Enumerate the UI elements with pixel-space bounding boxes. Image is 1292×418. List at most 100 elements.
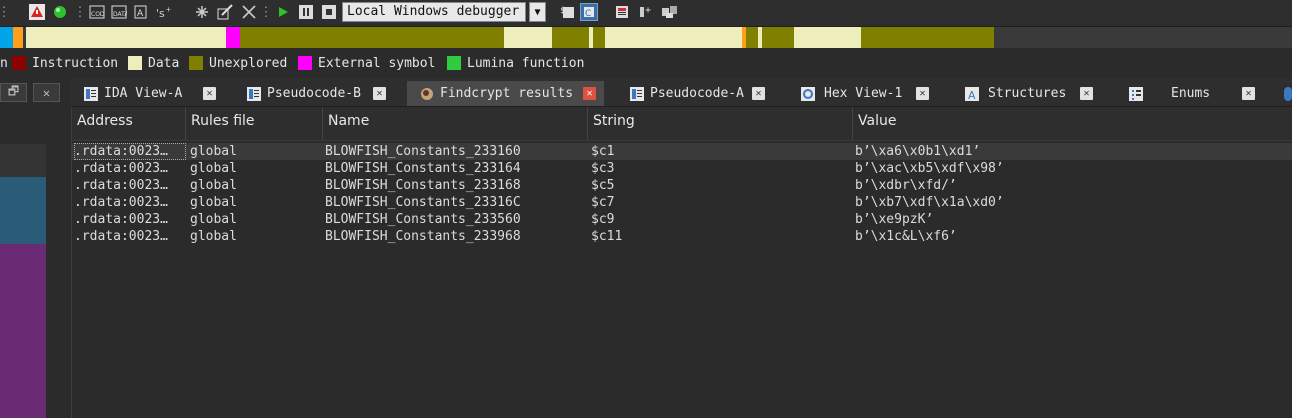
legend-item-unexplored: Unexplored (189, 55, 287, 71)
column-header-address[interactable]: Address (72, 107, 186, 140)
nav-segment-unexplored (746, 27, 758, 48)
snowflake-icon[interactable] (193, 3, 211, 21)
svg-text:$: $ (560, 6, 565, 16)
tab-close-icon[interactable]: ✕ (752, 87, 765, 100)
cell-address[interactable]: .rdata:0023… (74, 177, 186, 194)
enums-icon (1128, 86, 1143, 101)
tab-ida-view-a[interactable]: IDA View-A ✕ (83, 81, 223, 106)
pseudocode-icon (629, 86, 644, 101)
navigation-band[interactable] (0, 27, 1292, 48)
patch-icon[interactable] (661, 3, 679, 21)
tab-label: Enums (1171, 86, 1211, 101)
tab-overflow-icon (1284, 86, 1292, 101)
nav-segment-unexplored (861, 27, 994, 48)
svg-text:+: + (645, 5, 651, 16)
green-circle-icon[interactable] (51, 3, 69, 21)
findcrypt-results-table[interactable]: Address Rules file Name String Value .rd… (71, 107, 1292, 418)
cell-name[interactable]: BLOWFISH_Constants_233168 (325, 177, 583, 194)
findcrypt-icon (419, 86, 434, 101)
cell-name[interactable]: BLOWFISH_Constants_233164 (325, 160, 583, 177)
debugger-dropdown-icon[interactable]: ▼ (529, 2, 546, 22)
cell-name[interactable]: BLOWFISH_Constants_233560 (325, 211, 583, 228)
cell-string[interactable]: $c5 (591, 177, 849, 194)
cell-string[interactable]: $c7 (591, 194, 849, 211)
string-icon[interactable]: A (132, 3, 150, 21)
tab-close-icon[interactable]: ✕ (203, 87, 216, 100)
cell-value[interactable]: b’\xa6\x0b1\xd1’ (855, 143, 1285, 160)
sequence-icon[interactable]: 's + (155, 3, 173, 21)
tab-overflow[interactable] (1284, 81, 1292, 106)
close-icon[interactable]: ✕ (33, 83, 60, 102)
cell-value[interactable]: b’\xdbr\xfd/’ (855, 177, 1285, 194)
cell-name[interactable]: BLOWFISH_Constants_23316C (325, 194, 583, 211)
column-header-value[interactable]: Value (853, 107, 1292, 140)
tab-close-icon[interactable]: ✕ (1242, 87, 1255, 100)
tab-close-icon[interactable]: ✕ (373, 87, 386, 100)
nav-segment-data (26, 27, 226, 48)
cell-rules-file[interactable]: global (190, 160, 320, 177)
attach-icon[interactable]: $ (558, 3, 576, 21)
toolbar-grip: ⋮ (0, 4, 11, 20)
play-icon[interactable] (274, 3, 292, 21)
table-row[interactable]: .rdata:0023… global BLOWFISH_Constants_2… (72, 143, 1292, 160)
table-row[interactable]: .rdata:0023… global BLOWFISH_Constants_2… (72, 211, 1292, 228)
legend-swatch (189, 56, 203, 70)
tab-structures[interactable]: A Structures ✕ (964, 81, 1104, 106)
tab-close-icon[interactable]: ✕ (916, 87, 929, 100)
cell-address[interactable]: .rdata:0023… (74, 211, 186, 228)
cell-address[interactable]: .rdata:0023… (74, 194, 186, 211)
cell-rules-file[interactable]: global (190, 211, 320, 228)
pause-icon[interactable] (297, 3, 315, 21)
left-strip-purple (0, 244, 46, 418)
column-header-rules-file[interactable]: Rules file (186, 107, 323, 140)
tab-findcrypt-results[interactable]: Findcrypt results ✕ (407, 81, 604, 106)
tab-pseudocode-b[interactable]: Pseudocode-B ✕ (246, 81, 386, 106)
cell-value[interactable]: b’\xac\xb5\xdf\x98’ (855, 160, 1285, 177)
table-row[interactable]: .rdata:0023… global BLOWFISH_Constants_2… (72, 160, 1292, 177)
cell-name[interactable]: BLOWFISH_Constants_233968 (325, 228, 583, 245)
function-flag-icon[interactable] (613, 3, 631, 21)
warning-icon[interactable] (28, 3, 46, 21)
code-icon[interactable]: CODE (88, 3, 106, 21)
cell-string[interactable]: $c1 (591, 143, 849, 160)
cell-string[interactable]: $c3 (591, 160, 849, 177)
edit-icon[interactable] (216, 3, 234, 21)
run-icon[interactable]: C (580, 3, 598, 21)
tab-close-icon[interactable]: ✕ (583, 87, 596, 100)
cell-rules-file[interactable]: global (190, 143, 320, 160)
column-header-name[interactable]: Name (323, 107, 588, 140)
tab-hex-view-1[interactable]: Hex View-1 ✕ (800, 81, 940, 106)
tab-close-icon[interactable]: ✕ (1080, 87, 1093, 100)
tab-pseudocode-a[interactable]: Pseudocode-A ✕ (629, 81, 769, 106)
tab-enums[interactable]: Enums ✕ (1128, 81, 1268, 106)
data-icon[interactable]: DATA (110, 3, 128, 21)
table-row[interactable]: .rdata:0023… global BLOWFISH_Constants_2… (72, 228, 1292, 245)
cell-address[interactable]: .rdata:0023… (74, 160, 186, 177)
cell-name[interactable]: BLOWFISH_Constants_233160 (325, 143, 583, 160)
cell-string[interactable]: $c9 (591, 211, 849, 228)
legend-item-data: Data (128, 55, 179, 71)
debugger-select[interactable]: Local Windows debugger (342, 2, 526, 22)
cell-address[interactable]: .rdata:0023… (74, 228, 186, 245)
cell-rules-file[interactable]: global (190, 177, 320, 194)
cell-rules-file[interactable]: global (190, 228, 320, 245)
cell-value[interactable]: b’\xb7\xdf\x1a\xd0’ (855, 194, 1285, 211)
svg-text:A: A (137, 9, 144, 19)
table-row[interactable]: .rdata:0023… global BLOWFISH_Constants_2… (72, 194, 1292, 211)
left-dock-panel: 🗗 ✕ (0, 78, 71, 418)
cell-value[interactable]: b’\xe9pzK’ (855, 211, 1285, 228)
cell-rules-file[interactable]: global (190, 194, 320, 211)
cell-value[interactable]: b’\x1c&L\xf6’ (855, 228, 1285, 245)
cell-string[interactable]: $c11 (591, 228, 849, 245)
toolbar: ⋮ ⋮ CODE DATA A 's+ ⋮ Local Windows debu… (0, 0, 1292, 27)
legend-swatch (447, 56, 461, 70)
restore-icon[interactable]: 🗗 (0, 83, 27, 102)
table-row[interactable]: .rdata:0023… global BLOWFISH_Constants_2… (72, 177, 1292, 194)
nav-segment-unexplored (593, 27, 605, 48)
cell-address[interactable]: .rdata:0023… (74, 143, 186, 160)
add-bookmark-icon[interactable]: + (637, 3, 655, 21)
stop-icon[interactable] (320, 3, 338, 21)
column-header-string[interactable]: String (588, 107, 853, 140)
toolbar-separator: ⋮ (259, 4, 273, 20)
cross-icon[interactable] (240, 3, 258, 21)
